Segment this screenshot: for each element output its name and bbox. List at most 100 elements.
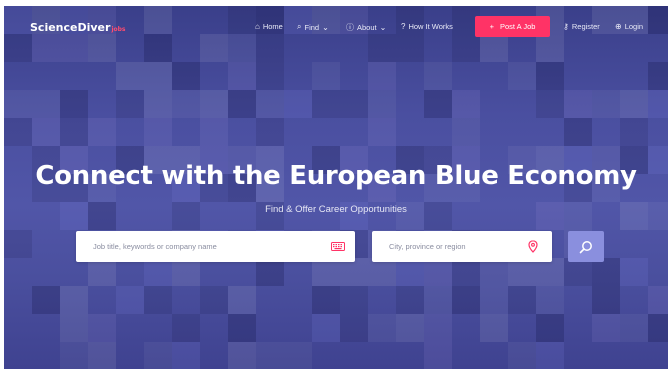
mosaic-tile (144, 342, 172, 369)
mosaic-tile (536, 314, 564, 342)
mosaic-tile (536, 286, 564, 314)
info-icon: ⓘ (346, 23, 354, 32)
mosaic-tile (620, 118, 648, 146)
mosaic-tile (620, 258, 648, 286)
mosaic-tile (396, 258, 424, 286)
mosaic-tile (200, 118, 228, 146)
location-search-placeholder: City, province or region (389, 242, 466, 251)
nav-register[interactable]: ⚷ Register (563, 22, 600, 31)
mosaic-tile (32, 90, 60, 118)
hero-subtitle: Find & Offer Career Opportunities (265, 204, 407, 215)
search-icon: ⌕ (297, 22, 302, 31)
keyboard-icon[interactable] (331, 242, 345, 251)
mosaic-tile (480, 286, 508, 314)
mosaic-tile (88, 118, 116, 146)
mosaic-tile (116, 90, 144, 118)
mosaic-tile (200, 90, 228, 118)
mosaic-tile (312, 314, 340, 342)
mosaic-tile (592, 286, 620, 314)
plus-icon: + (489, 22, 494, 31)
nav-home-label: Home (262, 22, 283, 31)
mosaic-tile (172, 258, 200, 286)
mosaic-tile (4, 90, 32, 118)
logo-suffix: jobs (111, 26, 126, 33)
mosaic-tile (88, 342, 116, 369)
mosaic-tile (452, 286, 480, 314)
mosaic-tile (172, 342, 200, 369)
mosaic-tile (32, 286, 60, 314)
mosaic-tile (452, 118, 480, 146)
key-icon: ⚷ (563, 22, 569, 31)
mosaic-tile (256, 118, 284, 146)
mosaic-tile (228, 314, 256, 342)
mosaic-tile (88, 314, 116, 342)
mosaic-tile (228, 286, 256, 314)
mosaic-tile (200, 286, 228, 314)
mosaic-tile (340, 90, 368, 118)
mosaic-tile (396, 314, 424, 342)
mosaic-tile (60, 314, 88, 342)
job-search-input[interactable]: Job title, keywords or company name (76, 231, 355, 262)
mosaic-tile (116, 62, 144, 90)
mosaic-tile (620, 314, 648, 342)
mosaic-tile (452, 258, 480, 286)
nav-login[interactable]: ⊕ Login (615, 22, 643, 31)
mosaic-tile (536, 90, 564, 118)
nav-about[interactable]: ⓘ About ⌄ (346, 22, 386, 33)
mosaic-tile (368, 90, 396, 118)
mosaic-tile (396, 286, 424, 314)
mosaic-tile (340, 314, 368, 342)
mosaic-tile (508, 286, 536, 314)
nav-how-it-works[interactable]: ? How It Works (401, 22, 453, 31)
mosaic-tile (480, 258, 508, 286)
search-icon (579, 240, 592, 253)
mosaic-tile (284, 342, 312, 369)
mosaic-tile (620, 90, 648, 118)
mosaic-tile (592, 314, 620, 342)
mosaic-tile (648, 314, 668, 342)
mosaic-tile (368, 118, 396, 146)
mosaic-tile (312, 90, 340, 118)
mosaic-tile (424, 342, 452, 369)
search-submit-button[interactable] (568, 231, 604, 262)
mosaic-tile (144, 90, 172, 118)
nav-home[interactable]: ⌂ Home (255, 22, 283, 31)
mosaic-tile (340, 258, 368, 286)
mosaic-tile (256, 258, 284, 286)
mosaic-tile (4, 230, 32, 258)
mosaic-tile (60, 342, 88, 369)
mosaic-tile (284, 90, 312, 118)
nav-register-label: Register (571, 22, 600, 31)
nav-how-label: How It Works (408, 22, 453, 31)
mosaic-tile (648, 90, 668, 118)
mosaic-tile (536, 258, 564, 286)
login-icon: ⊕ (615, 22, 622, 31)
mosaic-tile (564, 118, 592, 146)
mosaic-tile (144, 286, 172, 314)
mosaic-tile (144, 258, 172, 286)
mosaic-tile (424, 258, 452, 286)
mosaic-tile (648, 62, 668, 90)
job-search-placeholder: Job title, keywords or company name (93, 242, 217, 251)
nav-login-label: Login (624, 22, 644, 31)
hero-title: Connect with the European Blue Economy (35, 161, 637, 191)
logo-name: ScienceDiver (30, 21, 111, 34)
nav-about-label: About (357, 23, 377, 32)
top-navbar: ScienceDiverjobs ⌂ Home ⌕ Find ⌄ ⓘ About… (4, 6, 668, 46)
mosaic-tile (564, 90, 592, 118)
mosaic-tile (508, 342, 536, 369)
nav-find[interactable]: ⌕ Find ⌄ (297, 22, 329, 32)
mosaic-tile (452, 90, 480, 118)
mosaic-tile (228, 62, 256, 90)
mosaic-tile (116, 286, 144, 314)
mosaic-tile (256, 62, 284, 90)
location-search-input[interactable]: City, province or region (372, 231, 552, 262)
mosaic-tile (60, 90, 88, 118)
mosaic-tile (368, 258, 396, 286)
mosaic-tile (228, 342, 256, 369)
mosaic-tile (312, 286, 340, 314)
mosaic-tile (172, 314, 200, 342)
post-a-job-button[interactable]: + Post A Job (475, 16, 550, 37)
site-logo[interactable]: ScienceDiverjobs (30, 21, 126, 34)
mosaic-tile (60, 118, 88, 146)
